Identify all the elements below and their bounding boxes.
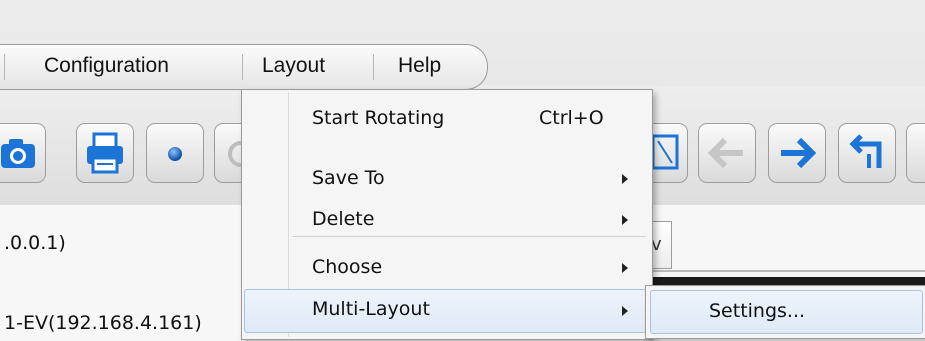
back-arrow-icon bbox=[707, 137, 743, 169]
menu-item-label: Multi-Layout bbox=[312, 298, 430, 320]
menu-layout[interactable]: Layout bbox=[262, 51, 325, 81]
device-entry[interactable]: .0.0.1) bbox=[4, 232, 66, 254]
device-entry[interactable]: 1-EV(192.168.4.161) bbox=[4, 312, 202, 334]
camera-icon bbox=[1, 139, 35, 168]
forward-arrow-icon bbox=[781, 137, 817, 169]
menu-item-settings[interactable]: Settings... bbox=[650, 290, 923, 334]
menu-item-label: Settings... bbox=[709, 300, 806, 322]
next-button[interactable] bbox=[768, 123, 826, 183]
menu-item-choose[interactable]: Choose bbox=[244, 248, 649, 288]
previous-button[interactable] bbox=[698, 123, 756, 183]
menu-item-delete[interactable]: Delete bbox=[244, 200, 649, 240]
menu-item-multi-layout[interactable]: Multi-Layout bbox=[244, 289, 651, 333]
menu-item-shortcut: Ctrl+O bbox=[539, 107, 604, 129]
submenu-arrow-icon bbox=[622, 263, 628, 273]
layout-menu: Start Rotating Ctrl+O Save To Delete Cho… bbox=[241, 89, 653, 340]
menu-help[interactable]: Help bbox=[398, 51, 441, 81]
menu-item-label: Start Rotating bbox=[312, 107, 445, 129]
menu-item-label: Save To bbox=[312, 167, 385, 189]
layout-return-button[interactable] bbox=[838, 123, 896, 183]
record-button[interactable] bbox=[146, 123, 204, 183]
multi-layout-submenu: Settings... bbox=[645, 285, 925, 339]
submenu-arrow-icon bbox=[622, 174, 628, 184]
menu-item-label: Choose bbox=[312, 256, 383, 278]
menu-separator bbox=[373, 54, 374, 80]
view-tab[interactable]: v bbox=[651, 221, 672, 269]
submenu-arrow-icon bbox=[622, 215, 628, 225]
menu-configuration[interactable]: Configuration bbox=[44, 51, 169, 81]
toolbar-button-partial[interactable] bbox=[906, 123, 925, 183]
print-icon bbox=[87, 132, 123, 174]
menu-item-start-rotating[interactable]: Start Rotating Ctrl+O bbox=[244, 99, 649, 139]
record-icon bbox=[168, 147, 182, 161]
layout-return-icon bbox=[849, 134, 882, 168]
menu-separator bbox=[242, 54, 243, 80]
menu-separator bbox=[4, 54, 5, 80]
snapshot-button[interactable] bbox=[0, 123, 46, 183]
submenu-arrow-icon bbox=[622, 306, 628, 316]
menu-bar: Configuration Layout Help bbox=[0, 44, 488, 90]
panel-divider bbox=[651, 270, 925, 272]
menu-item-label: Delete bbox=[312, 208, 375, 230]
print-button[interactable] bbox=[76, 123, 134, 183]
menu-item-save-to[interactable]: Save To bbox=[244, 159, 649, 199]
